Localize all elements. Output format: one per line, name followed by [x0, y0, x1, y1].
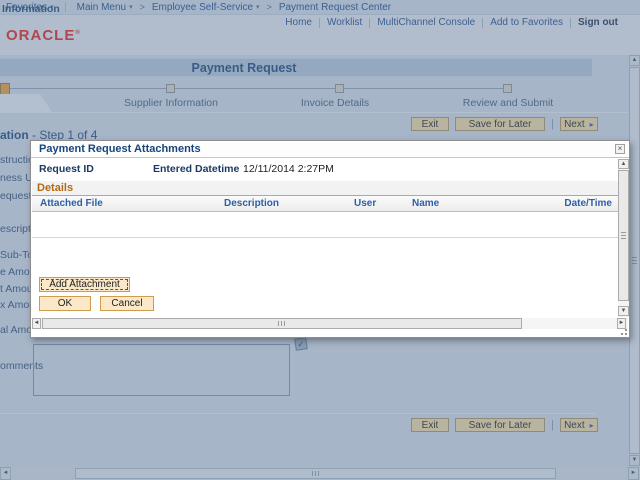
dialog-title: Payment Request Attachments: [39, 143, 201, 155]
dialog-vertical-scrollbar-thumb[interactable]: [618, 170, 629, 301]
scrollbar-grip: [621, 232, 626, 239]
column-name: Name: [412, 198, 439, 209]
add-attachment-button[interactable]: Add Attachment: [39, 277, 130, 292]
scroll-left-icon[interactable]: ◄: [32, 318, 41, 329]
dialog-horizontal-scrollbar[interactable]: ◄ ►: [32, 318, 628, 329]
ok-button[interactable]: OK: [39, 296, 91, 311]
application-window: Favorites ▾ Main Menu ▾ > Employee Self-…: [0, 0, 640, 480]
column-user: User: [354, 198, 376, 209]
details-section-bar: Details: [32, 181, 618, 196]
entered-datetime-label: Entered Datetime: [153, 163, 239, 175]
attachments-empty-row: [32, 212, 618, 238]
dialog-titlebar[interactable]: Payment Request Attachments ×: [31, 141, 629, 158]
column-date-time: Date/Time: [564, 198, 612, 209]
dialog-horizontal-scrollbar-thumb[interactable]: [42, 318, 522, 329]
close-icon[interactable]: ×: [615, 144, 625, 154]
dialog-vertical-scrollbar[interactable]: ▲ ▼: [618, 159, 629, 317]
attachments-table-header: Attached File Description User Name Date…: [32, 196, 618, 212]
column-description: Description: [224, 198, 279, 209]
scroll-down-icon[interactable]: ▼: [618, 306, 629, 316]
dialog-resize-handle[interactable]: [620, 328, 628, 336]
scrollbar-grip: [278, 321, 285, 326]
scroll-up-icon[interactable]: ▲: [618, 159, 629, 169]
column-attached-file: Attached File: [40, 198, 103, 209]
cancel-button[interactable]: Cancel: [100, 296, 154, 311]
payment-request-attachments-dialog: Payment Request Attachments × Request ID…: [30, 140, 630, 338]
details-section-title: Details: [37, 182, 73, 194]
entered-datetime-value: 12/11/2014 2:27PM: [243, 163, 334, 175]
request-id-label: Request ID: [39, 163, 94, 175]
